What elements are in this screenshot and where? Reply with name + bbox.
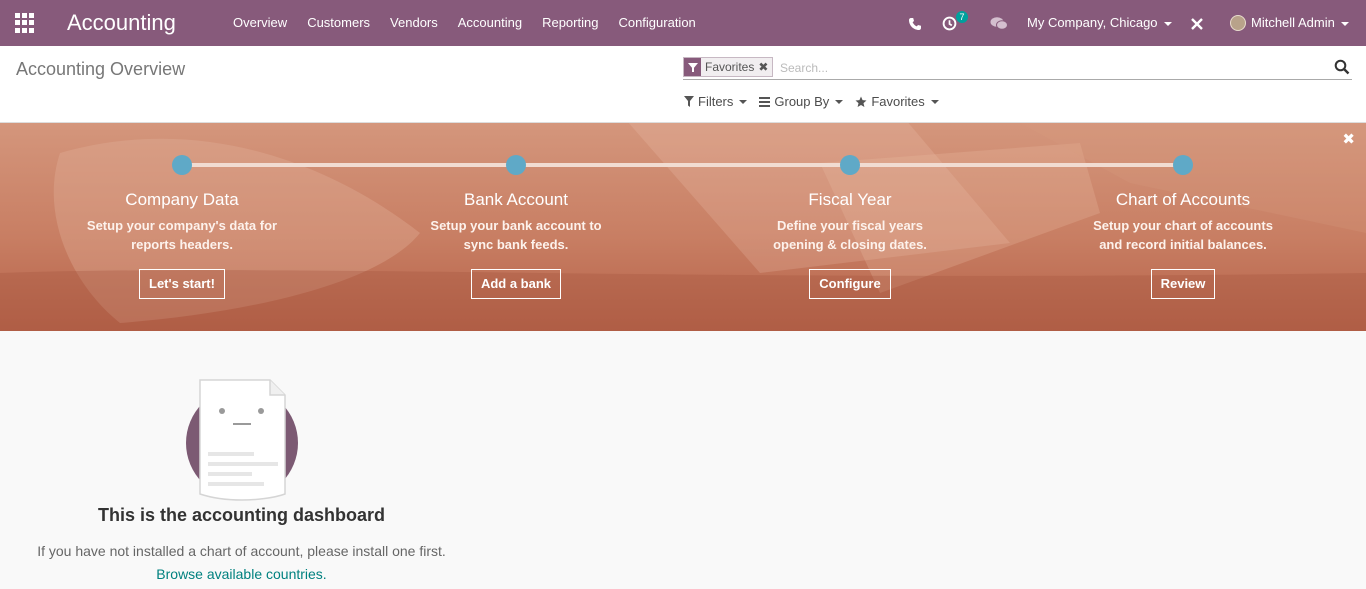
control-panel: Accounting Overview Favorites ✖ Filters …	[0, 46, 1366, 123]
star-icon	[855, 96, 867, 107]
main-menu: Overview Customers Vendors Accounting Re…	[223, 0, 706, 46]
groupby-dropdown[interactable]: Group By	[759, 94, 844, 109]
user-name: Mitchell Admin	[1251, 15, 1335, 30]
chevron-down-icon	[835, 99, 844, 104]
step-dot	[506, 155, 526, 175]
step-title: Fiscal Year	[808, 190, 892, 209]
search-facet-favorites[interactable]: Favorites ✖	[683, 57, 774, 77]
chevron-down-icon	[1163, 21, 1172, 26]
search-icon[interactable]	[1334, 59, 1350, 75]
bars-icon	[759, 96, 771, 107]
step-description: Setup your company's data for reports he…	[86, 218, 278, 252]
progress-track	[182, 163, 1183, 167]
menu-accounting[interactable]: Accounting	[448, 0, 532, 46]
step-title: Bank Account	[464, 190, 568, 209]
filter-icon	[684, 58, 701, 76]
step-title: Company Data	[125, 190, 239, 209]
chevron-down-icon	[1340, 21, 1349, 26]
search-bar: Favorites ✖	[683, 56, 1352, 80]
step-dot	[172, 155, 192, 175]
apps-menu-icon[interactable]	[15, 13, 35, 33]
favorites-dropdown[interactable]: Favorites	[855, 94, 939, 109]
dashboard-help-text: If you have not installed a chart of acc…	[37, 543, 446, 559]
onboarding-banner: ✖ Company Data Setup your company's data…	[0, 123, 1366, 331]
user-avatar	[1230, 14, 1246, 31]
company-switcher[interactable]: My Company, Chicago	[1027, 0, 1172, 46]
menu-configuration[interactable]: Configuration	[608, 0, 705, 46]
chat-icon[interactable]	[990, 0, 1008, 46]
add-bank-button[interactable]: Add a bank	[470, 269, 562, 299]
main-navbar: Accounting Overview Customers Vendors Ac…	[0, 0, 1366, 46]
configure-button[interactable]: Configure	[809, 269, 891, 299]
page-title: Accounting Overview	[16, 59, 186, 79]
menu-customers[interactable]: Customers	[297, 0, 380, 46]
step-title: Chart of Accounts	[1115, 190, 1251, 209]
step-description: Setup your chart of accounts and record …	[1093, 218, 1273, 252]
banner-close-icon[interactable]: ✖	[1342, 130, 1355, 148]
favorites-label: Favorites	[871, 94, 925, 109]
empty-document-illustration	[186, 379, 298, 501]
phone-icon[interactable]	[908, 0, 922, 46]
review-button[interactable]: Review	[1150, 269, 1216, 299]
groupby-label: Group By	[774, 94, 830, 109]
filter-icon	[684, 96, 694, 107]
menu-reporting[interactable]: Reporting	[532, 0, 608, 46]
filters-label: Filters	[698, 94, 734, 109]
app-brand[interactable]: Accounting	[67, 10, 176, 36]
dashboard-empty-state: This is the accounting dashboard If you …	[0, 331, 1366, 589]
chevron-down-icon	[739, 99, 748, 104]
menu-vendors[interactable]: Vendors	[380, 0, 448, 46]
step-description: Setup your bank account to sync bank fee…	[430, 218, 602, 252]
facet-label: Favorites	[705, 60, 755, 74]
step-dot	[840, 155, 860, 175]
activity-count-badge: 7	[956, 11, 968, 23]
search-options: Filters Group By Favorites	[684, 94, 951, 109]
chevron-down-icon	[930, 99, 939, 104]
filters-dropdown[interactable]: Filters	[684, 94, 748, 109]
dashboard-title: This is the accounting dashboard	[97, 505, 386, 525]
activity-clock-icon[interactable]: 7	[942, 0, 972, 46]
debug-tools-icon[interactable]	[1190, 0, 1204, 46]
facet-remove-icon[interactable]: ✖	[758, 58, 772, 76]
search-input[interactable]	[780, 58, 1320, 78]
user-menu[interactable]: Mitchell Admin	[1230, 0, 1349, 46]
menu-overview[interactable]: Overview	[223, 0, 297, 46]
browse-countries-link[interactable]: Browse available countries.	[0, 566, 483, 582]
lets-start-button[interactable]: Let's start!	[139, 269, 225, 299]
step-description: Define your fiscal years opening & closi…	[773, 218, 927, 252]
step-dot	[1173, 155, 1193, 175]
company-name: My Company, Chicago	[1027, 15, 1158, 30]
